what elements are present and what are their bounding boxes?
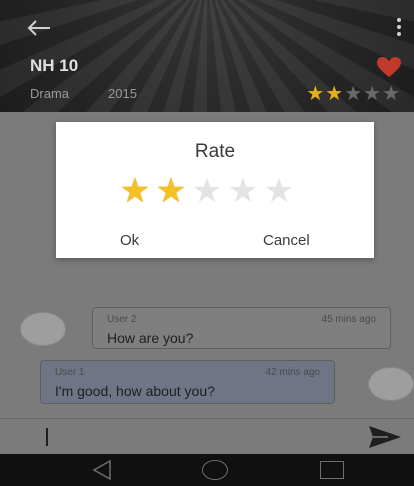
star-icon: ★ — [306, 83, 325, 105]
movie-header: NH 10 Drama 2015 ★ ★ ★ ★ ★ — [0, 0, 414, 112]
nav-back-icon[interactable] — [90, 458, 114, 482]
rate-dialog: Rate ★ ★ ★ ★ ★ Ok Cancel — [56, 122, 374, 258]
star-icon[interactable]: ★ — [117, 173, 153, 209]
star-icon: ★ — [344, 83, 363, 105]
movie-genre: Drama — [30, 86, 70, 101]
message-input[interactable] — [46, 428, 48, 446]
message-bubble: User 1 42 mins ago I'm good, how about y… — [40, 360, 335, 404]
message-text: I'm good, how about you? — [55, 383, 215, 399]
nav-recents-icon[interactable] — [320, 461, 344, 479]
star-icon[interactable]: ★ — [261, 173, 297, 209]
star-icon: ★ — [382, 83, 400, 105]
message-user: User 1 — [55, 367, 85, 378]
back-arrow-icon[interactable] — [24, 16, 54, 40]
message-bubble: User 2 45 mins ago How are you? — [92, 307, 391, 349]
heart-icon[interactable] — [376, 56, 402, 78]
star-icon: ★ — [363, 83, 382, 105]
movie-year: 2015 — [108, 86, 137, 101]
rating-bar[interactable]: ★ ★ ★ ★ ★ — [117, 173, 297, 209]
star-icon: ★ — [325, 83, 344, 105]
avatar — [368, 367, 414, 401]
star-icon[interactable]: ★ — [153, 173, 189, 209]
avatar — [20, 312, 66, 346]
star-icon[interactable]: ★ — [189, 173, 225, 209]
message-input-bar — [0, 418, 414, 454]
ok-button[interactable]: Ok — [120, 232, 139, 249]
message-time: 45 mins ago — [321, 314, 376, 325]
kebab-menu-icon[interactable] — [396, 18, 402, 38]
send-icon[interactable] — [368, 424, 402, 450]
star-icon[interactable]: ★ — [225, 173, 261, 209]
message-time: 42 mins ago — [265, 367, 320, 378]
nav-home-icon[interactable] — [202, 460, 228, 480]
cancel-button[interactable]: Cancel — [263, 232, 310, 249]
message-text: How are you? — [107, 330, 194, 346]
movie-title: NH 10 — [30, 56, 79, 75]
system-nav-bar — [0, 454, 414, 486]
message-user: User 2 — [107, 314, 137, 325]
header-rating: ★ ★ ★ ★ ★ — [306, 84, 400, 104]
dialog-title: Rate — [194, 141, 236, 162]
